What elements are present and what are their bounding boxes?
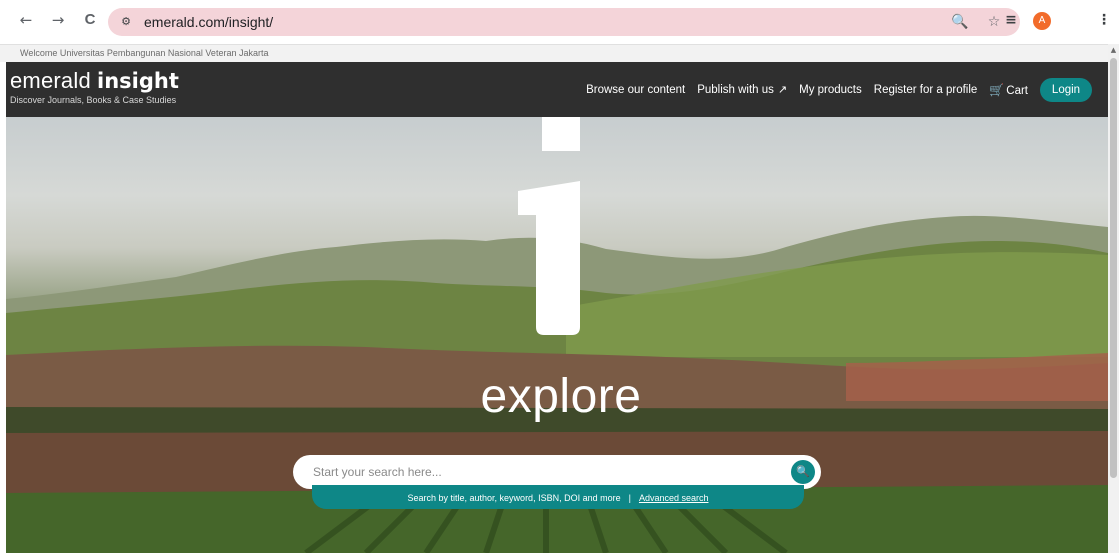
back-icon[interactable]: ← [14,8,38,32]
welcome-text: Welcome Universitas Pembangunan Nasional… [20,48,269,58]
nav-my-products[interactable]: My products [799,79,862,101]
profile-avatar[interactable]: A [1033,12,1051,30]
site-header: emerald insight Discover Journals, Books… [6,62,1108,117]
hero-banner: explore 🔍 Search by title, author, keywo… [6,117,1108,553]
cart-icon: 🛒 [989,82,1005,97]
search-input[interactable] [313,455,773,489]
menu-icon[interactable]: ⋮ [1093,9,1115,31]
nav-browse-content[interactable]: Browse our content [586,79,685,101]
nav-publish-label: Publish with us [697,84,774,96]
scroll-thumb[interactable] [1110,58,1117,478]
logo-text-insight: insight [97,69,179,93]
forward-icon[interactable]: → [46,8,70,32]
search-area: 🔍 Search by title, author, keyword, ISBN… [293,455,823,509]
logo-tagline: Discover Journals, Books & Case Studies [10,95,177,105]
search-help-text: Search by title, author, keyword, ISBN, … [407,493,621,503]
nav-cart[interactable]: 🛒 Cart [989,79,1028,102]
search-help-strip: Search by title, author, keyword, ISBN, … [312,485,804,509]
reload-icon[interactable]: C [78,8,102,32]
external-link-icon: ↗ [777,83,788,96]
scroll-up-arrow-icon[interactable]: ▲ [1108,44,1119,56]
hero-heading: explore [480,370,642,423]
nav-cart-label: Cart [1006,84,1028,97]
login-button[interactable]: Login [1040,78,1092,102]
address-bar[interactable]: ⚙ emerald.com/insight/ 🔍 ☆ [108,8,1020,36]
browser-toolbar: ← → C ⚙ emerald.com/insight/ 🔍 ☆ ≡ A ⋮ [0,0,1119,44]
advanced-search-link[interactable]: Advanced search [639,493,709,503]
separator: | [628,493,631,503]
logo-text-emerald: emerald [10,68,91,93]
page-scrollbar[interactable]: ▲ [1108,44,1119,553]
search-box: 🔍 [293,455,821,489]
main-navigation: Browse our content Publish with us ↗ My p… [574,78,1092,102]
url-text[interactable]: emerald.com/insight/ [144,14,273,30]
zoom-icon[interactable]: 🔍 [950,12,970,32]
nav-publish-with-us[interactable]: Publish with us ↗ [697,79,787,101]
institution-welcome-bar: Welcome Universitas Pembangunan Nasional… [0,44,1108,62]
search-icon[interactable]: 🔍 [791,460,815,484]
nav-register-profile[interactable]: Register for a profile [874,79,978,101]
emerald-insight-logo[interactable]: emerald insight Discover Journals, Books… [10,68,179,106]
media-control-icon[interactable]: ≡ [1000,9,1022,31]
site-info-icon[interactable]: ⚙ [116,12,136,32]
